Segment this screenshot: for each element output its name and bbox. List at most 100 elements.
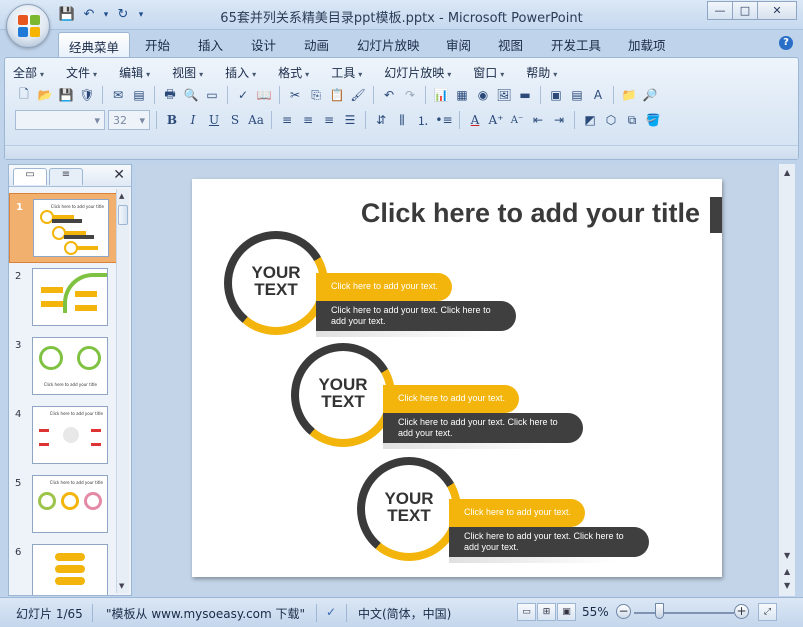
thumbnail-slide-1[interactable]: 1 Click here to add your title	[9, 193, 119, 263]
menu-tools[interactable]: 工具 ▾	[331, 64, 362, 81]
underline-icon[interactable]: U	[205, 111, 223, 129]
item-group-2[interactable]: YOUR TEXT Click here to add your text. C…	[291, 343, 611, 453]
textbox-icon[interactable]: A	[589, 86, 607, 104]
circle-text[interactable]: YOUR TEXT	[291, 376, 395, 410]
zoom-slider-thumb[interactable]	[655, 603, 664, 619]
permission-icon[interactable]: 🛡	[78, 86, 96, 104]
canvas-scrollbar[interactable]: ▲ ▼ ▲ ▼	[778, 164, 795, 596]
thumbnail-slide-4[interactable]: 4 Click here to add your title	[9, 401, 119, 471]
research-icon[interactable]: 📖	[255, 86, 273, 104]
picture-icon[interactable]: 🖼	[495, 86, 513, 104]
shrink-font-icon[interactable]: A⁻	[508, 111, 526, 129]
align-center-icon[interactable]: ≡	[299, 111, 317, 129]
grow-font-icon[interactable]: A⁺	[487, 111, 505, 129]
pdf-icon[interactable]: ▤	[130, 86, 148, 104]
tab-view[interactable]: 视图	[498, 35, 523, 54]
layout-icon[interactable]: ▤	[568, 86, 586, 104]
slide-sorter-button[interactable]: ⊞	[537, 603, 556, 621]
increase-indent-icon[interactable]: ⇥	[550, 111, 568, 129]
format-painter-icon[interactable]: 🖌	[349, 86, 367, 104]
item-group-1[interactable]: YOUR TEXT Click here to add your text. C…	[224, 231, 544, 341]
fill-color-icon[interactable]: 🪣	[644, 111, 662, 129]
align-left-icon[interactable]: ≡	[278, 111, 296, 129]
font-size-combo[interactable]: 32 ▾	[108, 110, 150, 130]
thumbnail-slide-3[interactable]: 3 Click here to add your title	[9, 332, 119, 402]
tab-animation[interactable]: 动画	[304, 35, 329, 54]
close-button[interactable]: ✕	[757, 1, 797, 20]
menu-insert[interactable]: 插入 ▾	[225, 64, 256, 81]
tab-developer[interactable]: 开发工具	[551, 35, 601, 54]
dark-text-pill[interactable]: Click here to add your text. Click here …	[316, 301, 516, 331]
design-icon[interactable]: ◩	[581, 111, 599, 129]
slides-tab[interactable]: ▭	[13, 168, 47, 185]
menu-view[interactable]: 视图 ▾	[172, 64, 203, 81]
tab-insert[interactable]: 插入	[198, 35, 223, 54]
item-group-3[interactable]: YOUR TEXT Click here to add your text. C…	[357, 457, 677, 567]
scroll-down-icon[interactable]: ▼	[784, 551, 790, 560]
yellow-text-pill[interactable]: Click here to add your text.	[449, 499, 585, 527]
circle-text[interactable]: YOUR TEXT	[357, 490, 461, 524]
color-scheme-icon[interactable]: ▬	[516, 86, 534, 104]
maximize-button[interactable]: □	[732, 1, 758, 20]
tab-design[interactable]: 设计	[251, 35, 276, 54]
print-preview-icon[interactable]: 🔍	[182, 86, 200, 104]
shadow-icon[interactable]: S	[226, 111, 244, 129]
spelling-icon[interactable]: ✓	[234, 86, 252, 104]
italic-icon[interactable]: I	[184, 111, 202, 129]
open-folder-icon[interactable]: 📂	[36, 86, 54, 104]
minimize-button[interactable]: —	[707, 1, 733, 20]
tab-addins[interactable]: 加载项	[628, 35, 666, 54]
slideshow-button[interactable]: ▣	[557, 603, 576, 621]
copy-icon[interactable]: ⎘	[307, 86, 325, 104]
scroll-up-icon[interactable]: ▲	[784, 168, 790, 177]
cut-icon[interactable]: ✂	[286, 86, 304, 104]
menu-format[interactable]: 格式 ▾	[278, 64, 309, 81]
tab-classic-menu[interactable]: 经典菜单	[58, 32, 131, 58]
menu-all[interactable]: 全部 ▾	[13, 64, 44, 81]
yellow-text-pill[interactable]: Click here to add your text.	[383, 385, 519, 413]
paste-icon[interactable]: 📋	[328, 86, 346, 104]
align-right-icon[interactable]: ≡	[320, 111, 338, 129]
print-icon[interactable]: 🖶	[161, 86, 179, 104]
bold-icon[interactable]: B	[163, 111, 181, 129]
help-icon[interactable]: ?	[779, 36, 793, 50]
decrease-indent-icon[interactable]: ⇤	[529, 111, 547, 129]
office-button[interactable]	[6, 4, 50, 48]
normal-view-button[interactable]: ▭	[517, 603, 536, 621]
yellow-text-pill[interactable]: Click here to add your text.	[316, 273, 452, 301]
fit-to-window-button[interactable]: ⤢	[758, 603, 777, 621]
scroll-down-icon[interactable]: ▼	[119, 582, 124, 590]
slide[interactable]: Click here to add your title YOUR TEXT C…	[192, 179, 722, 577]
email-icon[interactable]: ✉	[109, 86, 127, 104]
menu-edit[interactable]: 编辑 ▾	[119, 64, 150, 81]
slide-title-placeholder[interactable]: Click here to add your title	[361, 198, 700, 229]
zoom-out-button[interactable]: −	[616, 604, 631, 619]
spell-check-icon[interactable]: ✓	[326, 605, 336, 619]
new-file-icon[interactable]: 🗋	[15, 86, 33, 104]
save-icon[interactable]: 💾	[57, 86, 75, 104]
thumbnails-scrollbar[interactable]: ▲ ▼	[116, 189, 129, 593]
arrange-icon[interactable]: ⧉	[623, 111, 641, 129]
bullets-icon[interactable]: •≡	[435, 111, 453, 129]
undo-icon[interactable]: ↶	[380, 86, 398, 104]
zoom-level[interactable]: 55%	[582, 605, 609, 619]
thumbnail-slide-6[interactable]: 6	[9, 539, 119, 595]
dark-text-pill[interactable]: Click here to add your text. Click here …	[449, 527, 649, 557]
font-name-combo[interactable]: ▾	[15, 110, 105, 130]
chart-icon[interactable]: 📊	[432, 86, 450, 104]
zoom-in-button[interactable]: +	[734, 604, 749, 619]
slide-layout-icon[interactable]: ▭	[203, 86, 221, 104]
scroll-up-icon[interactable]: ▲	[119, 192, 124, 200]
thumbnail-slide-2[interactable]: 2	[9, 263, 119, 333]
circle-text[interactable]: YOUR TEXT	[224, 264, 328, 298]
text-direction-icon[interactable]: ⇵	[372, 111, 390, 129]
zoom-icon[interactable]: 🔎	[641, 86, 659, 104]
tab-review[interactable]: 审阅	[446, 35, 471, 54]
close-icon[interactable]: ✕	[113, 167, 125, 183]
scrollbar-thumb[interactable]	[118, 205, 128, 225]
thumbnail-slide-5[interactable]: 5 Click here to add your title	[9, 470, 119, 540]
new-slide-icon[interactable]: ▣	[547, 86, 565, 104]
font-color-icon[interactable]: A	[466, 111, 484, 129]
shapes-icon[interactable]: ⬡	[602, 111, 620, 129]
tab-slideshow[interactable]: 幻灯片放映	[357, 35, 420, 54]
